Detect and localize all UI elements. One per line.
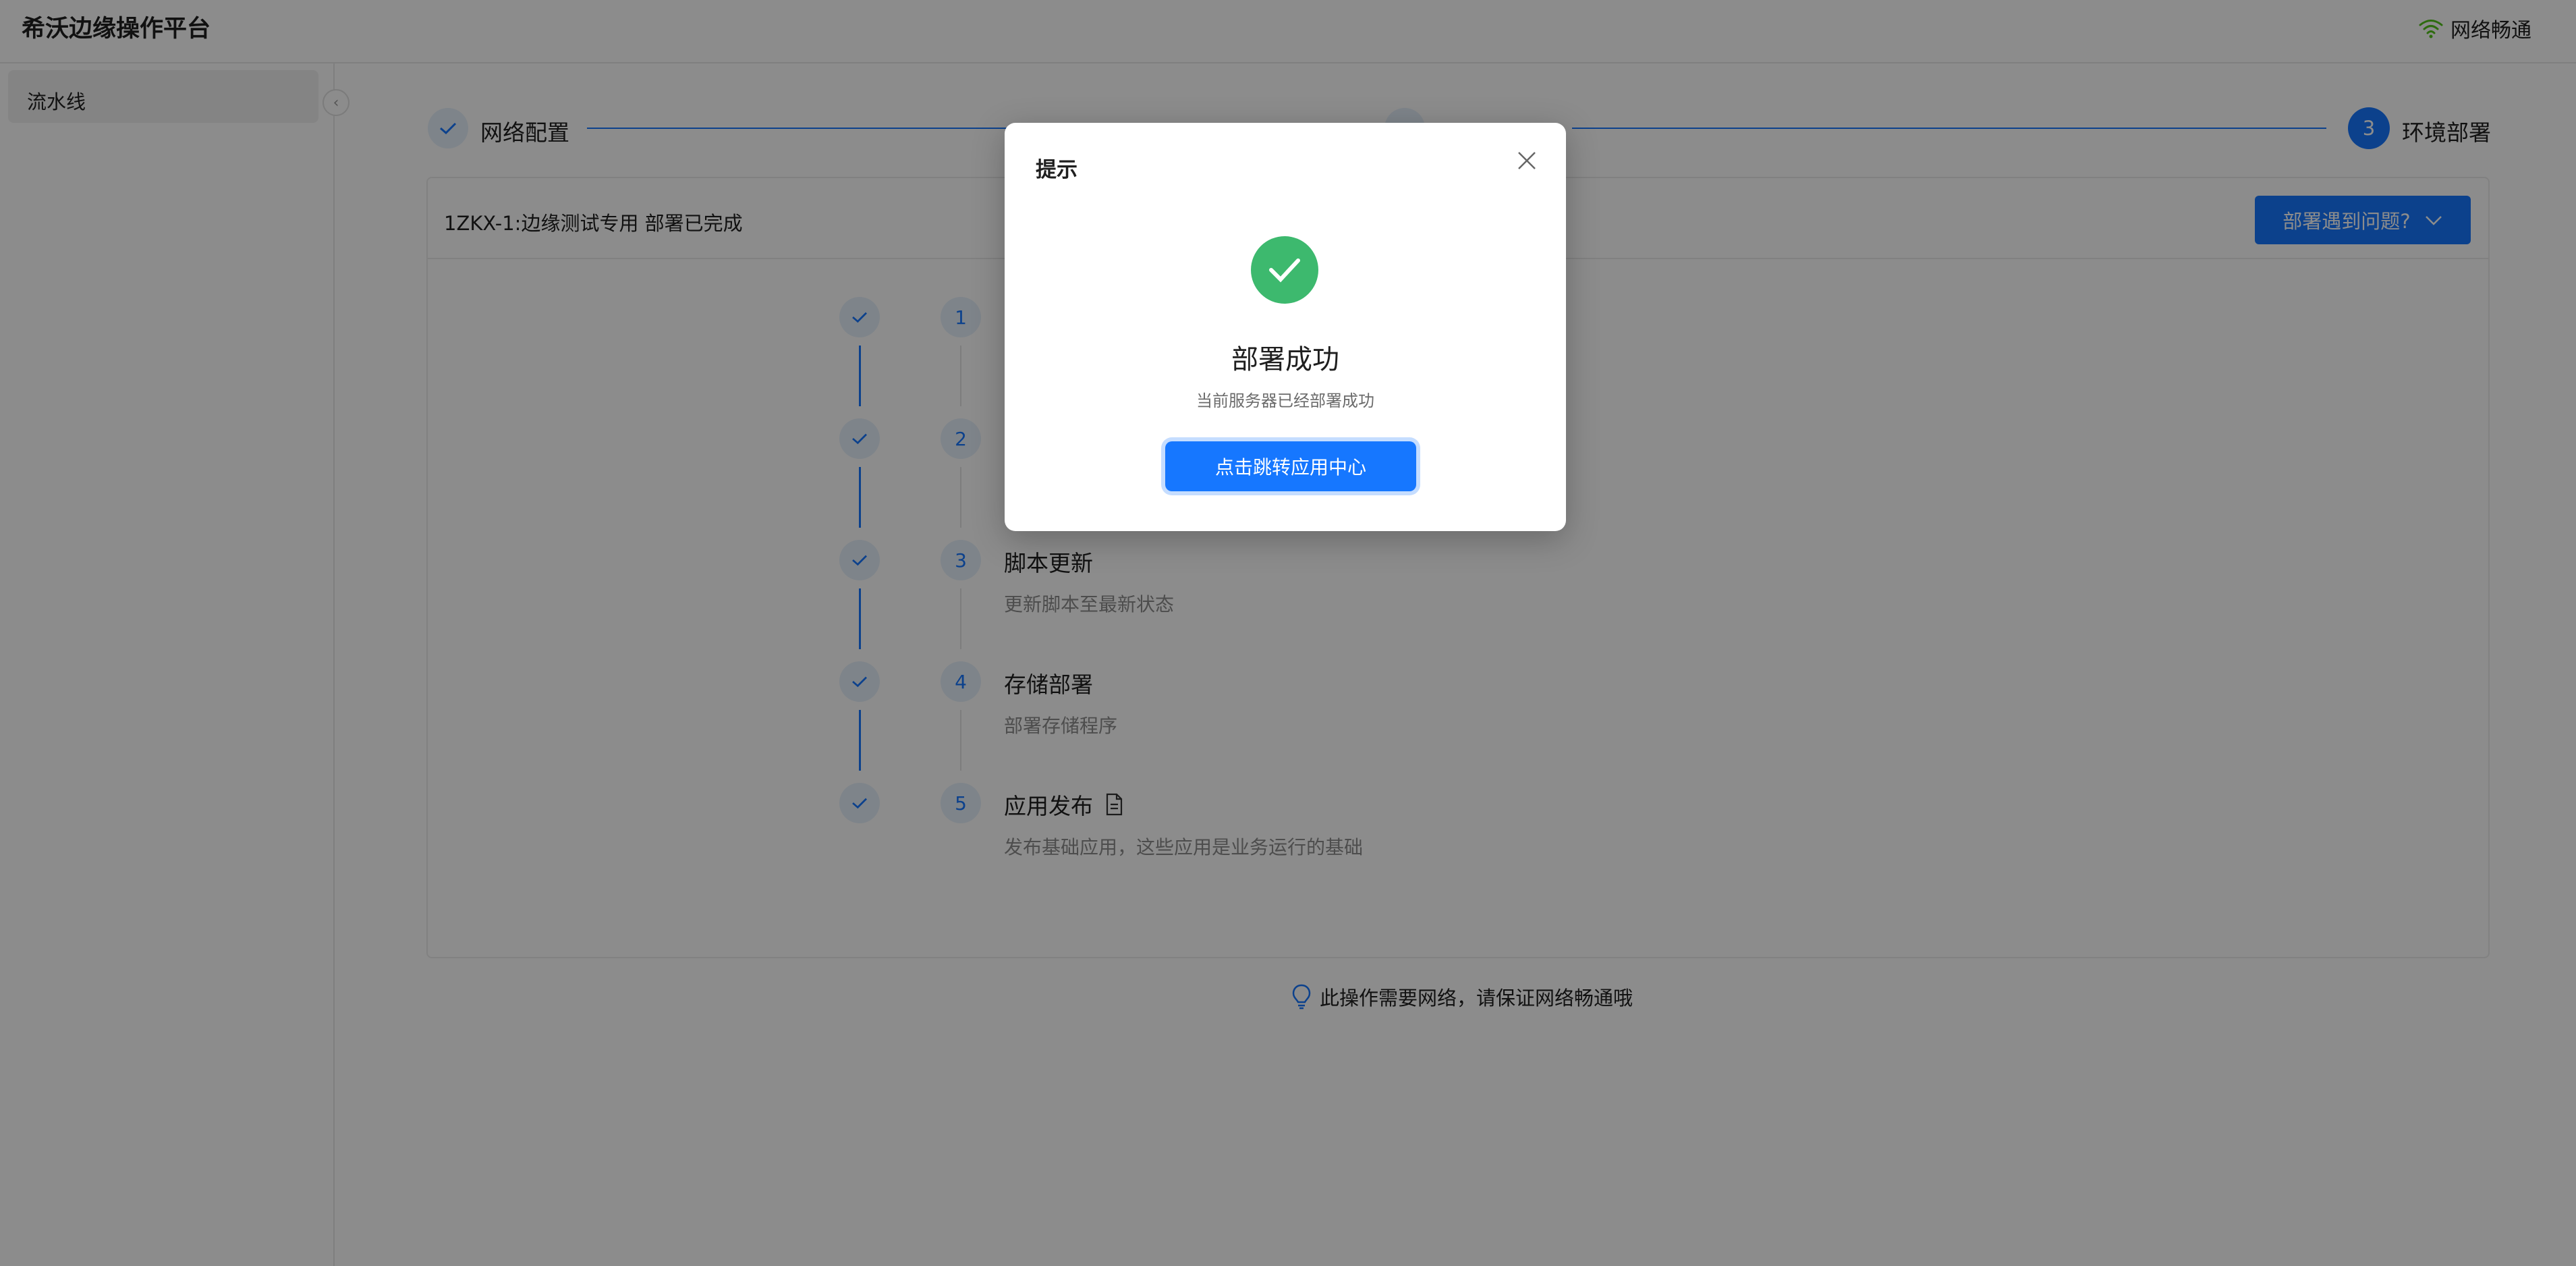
success-check-icon: [1251, 236, 1318, 304]
dialog-heading: 部署成功: [1231, 344, 1339, 375]
app-root: 希沃边缘操作平台 网络畅通 流水线 ‹ 网络配置 3 环境部署 1ZKX-1:边…: [0, 0, 2576, 1266]
close-icon[interactable]: [1513, 147, 1540, 174]
dialog-subtext: 当前服务器已经部署成功: [1196, 391, 1374, 410]
dialog-title: 提示: [1036, 158, 1077, 182]
success-dialog: 提示 部署成功 当前服务器已经部署成功 点击跳转应用中心: [1005, 123, 1566, 531]
go-to-app-center-button[interactable]: 点击跳转应用中心: [1165, 441, 1416, 491]
